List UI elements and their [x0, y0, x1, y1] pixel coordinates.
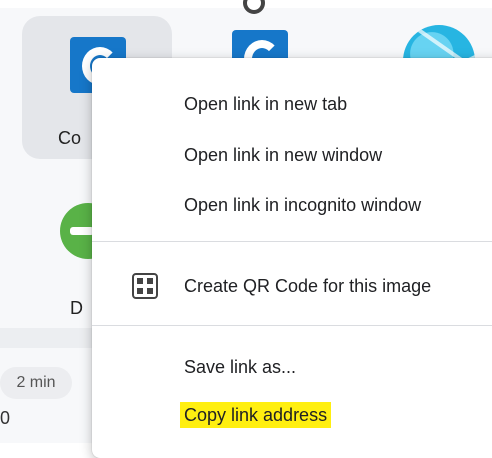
time-chip: 2 min	[0, 367, 72, 399]
menu-item-open-new-window[interactable]: Open link in new window	[184, 142, 382, 168]
bottom-number: 0	[0, 408, 11, 428]
menu-item-save-link-as[interactable]: Save link as...	[184, 354, 296, 380]
context-menu: Open link in new tab Open link in new wi…	[92, 58, 492, 458]
menu-item-copy-link-address[interactable]: Copy link address	[180, 402, 332, 428]
menu-item-create-qr[interactable]: Create QR Code for this image	[184, 273, 431, 299]
circle-icon	[243, 0, 265, 14]
menu-item-open-new-tab[interactable]: Open link in new tab	[184, 91, 347, 117]
menu-divider	[92, 241, 492, 242]
shortcut-label: Co	[58, 128, 82, 148]
menu-item-open-incognito[interactable]: Open link in incognito window	[184, 192, 421, 218]
menu-divider	[92, 325, 492, 326]
qr-code-icon	[132, 273, 158, 299]
shortcut-label-2: D	[70, 298, 83, 318]
